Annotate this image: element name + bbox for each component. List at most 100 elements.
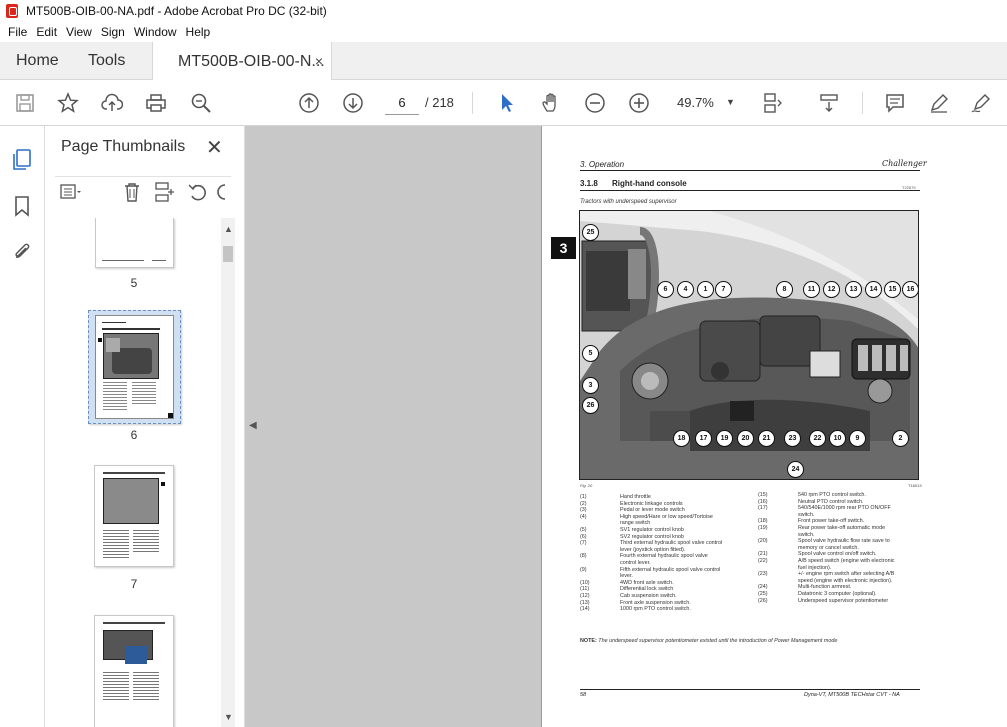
thumbnail-page-6-selected[interactable]	[88, 310, 181, 424]
scroll-down-icon[interactable]: ▼	[224, 712, 233, 722]
callout-16: 16	[902, 281, 918, 298]
previous-page-icon[interactable]	[296, 90, 322, 116]
scrollbar-thumb[interactable]	[223, 246, 233, 262]
thumbnail-options-icon[interactable]	[59, 181, 81, 203]
hand-tool-icon[interactable]	[538, 90, 564, 116]
rotate-left-icon[interactable]	[187, 181, 209, 203]
document-page: 3. Operation Challenger 3.1.8 Right-hand…	[541, 126, 1007, 727]
page-note: NOTE: The underspeed supervisor potentio…	[580, 638, 837, 644]
note-label: NOTE:	[580, 638, 597, 644]
highlight-pen-icon[interactable]	[926, 90, 952, 116]
document-canvas-background	[245, 126, 541, 727]
rotate-right-icon[interactable]	[215, 181, 229, 203]
scroll-up-icon[interactable]: ▲	[224, 224, 233, 234]
legend-item: (10) 4WD front axle switch.	[580, 579, 674, 586]
toolbar: 6 / 218 49.7% ▼	[0, 80, 1007, 126]
callout-20: 20	[737, 430, 754, 447]
bookmarks-icon[interactable]	[11, 194, 33, 218]
scroll-mode-icon[interactable]	[816, 90, 842, 116]
page-layout-icon[interactable]	[760, 90, 786, 116]
callout-10: 10	[829, 430, 846, 447]
heading-text: Right-hand console	[612, 179, 687, 188]
legend-left: (1) Hand throttle (2) Electronic linkage c…	[580, 494, 750, 613]
zoom-out-icon[interactable]	[582, 90, 608, 116]
menu-view[interactable]: View	[66, 25, 92, 39]
callout-6: 6	[657, 281, 674, 298]
callout-5: 5	[582, 345, 599, 362]
legend-item: (24) Multi-function armrest.	[758, 584, 852, 591]
thumbnail-label: 5	[130, 276, 138, 290]
legend-item: (18) Front power take-off switch.	[758, 518, 865, 525]
legend-item: (16) Neutral PTO control switch.	[758, 498, 864, 505]
legend-item: (4) High speed/Hare or low speed/Tortoise…	[580, 513, 713, 527]
thumbnail-page-7[interactable]	[94, 465, 174, 567]
sign-pen-icon[interactable]	[968, 90, 994, 116]
callout-18: 18	[673, 430, 690, 447]
close-tab-icon[interactable]: ×	[315, 53, 323, 69]
menu-sign[interactable]: Sign	[101, 25, 125, 39]
close-panel-icon[interactable]: ✕	[206, 135, 223, 160]
tab-document-label: MT500B-OIB-00-N...	[178, 52, 325, 70]
next-page-icon[interactable]	[340, 90, 366, 116]
tab-home[interactable]: Home	[16, 42, 59, 80]
save-icon[interactable]	[12, 90, 38, 116]
legend-item: (1) Hand throttle	[580, 494, 651, 500]
menu-help[interactable]: Help	[186, 25, 211, 39]
thumbnail-label: 7	[130, 577, 138, 591]
menu-window[interactable]: Window	[134, 25, 177, 39]
select-pointer-icon[interactable]	[494, 90, 520, 116]
panel-toolbar	[55, 176, 231, 202]
tab-tools[interactable]: Tools	[88, 42, 125, 80]
menu-edit[interactable]: Edit	[36, 25, 57, 39]
find-zoom-icon[interactable]	[188, 90, 214, 116]
tab-document[interactable]: MT500B-OIB-00-N... ×	[152, 42, 332, 81]
thumbnail-page-8[interactable]	[94, 615, 174, 727]
page-thumbnails-panel: Page Thumbnails ✕ 5 6 7 ▲ ▼	[45, 126, 245, 727]
legend-item: (6) SV2 regulator control knob	[580, 533, 684, 540]
brand-logo: Challenger	[882, 159, 927, 168]
panel-title: Page Thumbnails	[61, 138, 186, 155]
callout-3: 3	[582, 377, 599, 394]
callout-12: 12	[823, 281, 840, 298]
callout-22: 22	[809, 430, 826, 447]
zoom-dropdown-icon[interactable]: ▼	[726, 97, 735, 107]
bookmark-star-icon[interactable]	[55, 90, 81, 116]
callout-15: 15	[884, 281, 901, 298]
footer-title: Dyna-VT, MT500B TECHstar CVT - NA	[804, 692, 900, 698]
callout-1: 1	[697, 281, 714, 298]
legend-item: (7) Third external hydraulic spool valve …	[580, 540, 723, 553]
comment-icon[interactable]	[882, 90, 908, 116]
title-bar: MT500B-OIB-00-NA.pdf - Adobe Acrobat Pro…	[0, 0, 1007, 22]
attachments-icon[interactable]	[11, 240, 33, 264]
callout-14: 14	[865, 281, 882, 298]
print-icon[interactable]	[143, 90, 169, 116]
figure-badge: 3	[551, 237, 576, 259]
collapse-panel-icon[interactable]: ◀	[249, 420, 257, 431]
callout-11: 11	[803, 281, 820, 298]
callout-26: 26	[582, 397, 599, 414]
legend-item: (20) Spool valve hydraulic flow rate save…	[758, 538, 890, 551]
thumbnail-list: 5 6 7	[45, 218, 235, 727]
upload-cloud-icon[interactable]	[99, 90, 125, 116]
callout-7: 7	[715, 281, 732, 298]
legend-item: (21) Spool valve control on/off switch.	[758, 551, 877, 558]
menu-file[interactable]: File	[8, 25, 27, 39]
page-total: / 218	[425, 95, 454, 110]
delete-page-icon[interactable]	[121, 181, 143, 203]
legend-item: (19) Rear power take-off automatic mode sw…	[758, 524, 886, 538]
page-thumbnails-icon[interactable]	[11, 148, 33, 172]
thumbnail-scrollbar[interactable]: ▲ ▼	[221, 218, 235, 727]
callout-17: 17	[695, 430, 712, 447]
insert-page-icon[interactable]	[153, 181, 175, 203]
legend-item: (9) Fifth external hydraulic spool valve …	[580, 566, 721, 580]
callout-21: 21	[758, 430, 775, 447]
zoom-level[interactable]: 49.7%	[677, 95, 714, 110]
thumbnail-page-5[interactable]	[95, 218, 174, 268]
legend-item: (13) Front axle suspension switch.	[580, 599, 691, 606]
legend-item: (23) +/- engine rpm switch after selectin…	[758, 571, 895, 584]
tab-bar: Home Tools MT500B-OIB-00-N... ×	[0, 42, 1007, 81]
zoom-in-icon[interactable]	[626, 90, 652, 116]
page-number-input[interactable]: 6	[385, 91, 419, 115]
toolbar-divider	[472, 92, 473, 114]
legend-item: (11) Differential lock switch	[580, 586, 674, 593]
